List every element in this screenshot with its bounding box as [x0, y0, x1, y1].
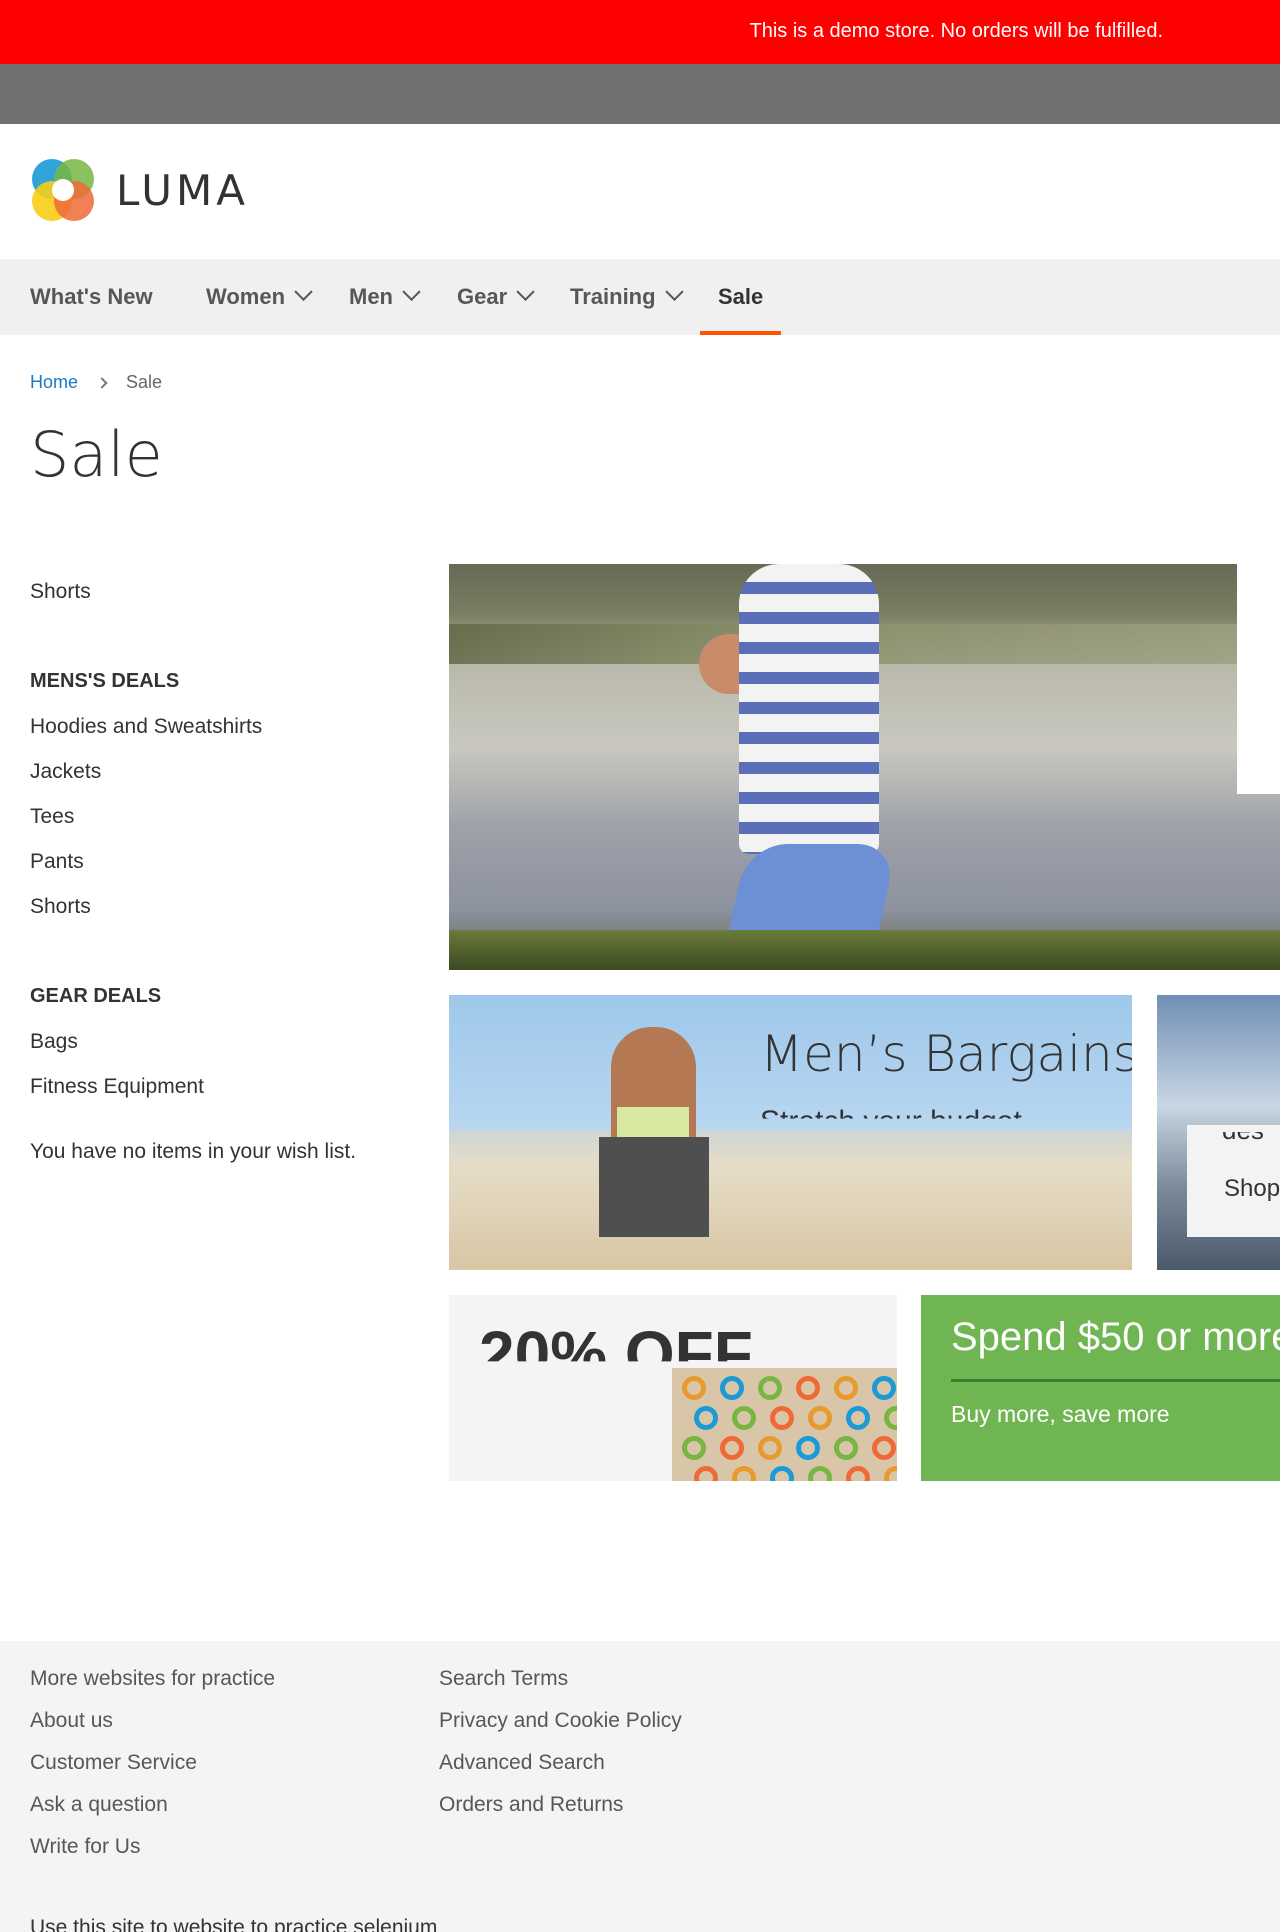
nav-item-whats-new[interactable]: What's New — [30, 259, 153, 335]
gift-box-pattern-dot — [846, 1466, 870, 1481]
gift-box-pattern-dot — [884, 1406, 897, 1430]
gift-box-pattern-dot — [682, 1376, 706, 1400]
nav-item-label: Gear — [457, 284, 508, 309]
promo-banner-partial[interactable]: des Shop — [1157, 995, 1280, 1270]
mens-bargains-model-image — [599, 1027, 709, 1242]
logo-text: LUMA — [116, 165, 250, 215]
footer-link-ask-question[interactable]: Ask a question — [30, 1793, 168, 1817]
gift-box-pattern-dot — [758, 1376, 782, 1400]
footer-link-write-for-us[interactable]: Write for Us — [30, 1835, 140, 1859]
gift-box-pattern-dot — [834, 1436, 858, 1460]
main-navigation: What's New Women Men Gear Training Sale — [0, 259, 1280, 335]
gift-box-pattern-dot — [732, 1406, 756, 1430]
panel-header — [0, 64, 1280, 124]
hero-banner[interactable] — [449, 564, 1280, 970]
footer-note: Use this site to website to practice sel… — [30, 1916, 438, 1932]
footer-link-orders-returns[interactable]: Orders and Returns — [439, 1793, 623, 1817]
demo-notice-text: This is a demo store. No orders will be … — [749, 20, 1164, 42]
site-footer: More websites for practice About us Cust… — [0, 1641, 1280, 1932]
gift-box-pattern-dot — [694, 1466, 718, 1481]
sidebar-link-womens-shorts[interactable]: Shorts — [30, 580, 91, 604]
gift-box-pattern-dot — [846, 1406, 870, 1430]
promo-text-fragment: des — [1222, 1115, 1264, 1145]
gift-box-pattern-dot — [796, 1376, 820, 1400]
gift-box-pattern-dot — [694, 1406, 718, 1430]
nav-item-women[interactable]: Women — [206, 259, 313, 335]
breadcrumb-current: Sale — [126, 372, 163, 392]
footer-link-more-websites[interactable]: More websites for practice — [30, 1667, 275, 1691]
gift-box-image — [672, 1368, 897, 1481]
chevron-down-icon — [402, 282, 421, 301]
chevron-down-icon — [294, 282, 313, 301]
chevron-down-icon — [516, 282, 535, 301]
logo-link[interactable]: LUMA — [30, 157, 250, 223]
gift-box-pattern-dot — [758, 1436, 782, 1460]
spend-promo-title: Spend $50 or more — [951, 1315, 1280, 1359]
gift-box-pattern-dot — [770, 1466, 794, 1481]
hero-runner-tank-top — [739, 564, 879, 854]
luma-logo-icon — [32, 159, 94, 221]
breadcrumb-home-link[interactable]: Home — [30, 372, 78, 393]
nav-item-training[interactable]: Training — [570, 259, 684, 335]
hero-grass — [449, 930, 1280, 970]
mens-bargains-subtitle: Stretch your budget — [760, 1105, 1022, 1138]
nav-item-men[interactable]: Men — [349, 259, 421, 335]
chevron-down-icon — [664, 282, 684, 301]
wishlist-empty-message: You have no items in your wish list. — [30, 1140, 357, 1163]
gift-box-pattern-dot — [796, 1436, 820, 1460]
gift-box-pattern-dot — [682, 1436, 706, 1460]
nav-item-gear[interactable]: Gear — [457, 259, 535, 335]
footer-link-about-us[interactable]: About us — [30, 1709, 113, 1733]
sidebar-heading-gear-deals: GEAR DEALS — [30, 985, 162, 1007]
gift-box-pattern-dot — [770, 1406, 794, 1430]
gift-box-pattern-dot — [808, 1466, 832, 1481]
hero-overlay-card — [1237, 564, 1280, 794]
nav-item-label: Men — [349, 284, 393, 309]
nav-item-label: Training — [570, 284, 656, 309]
gift-box-pattern-dot — [808, 1406, 832, 1430]
site-header: LUMA — [0, 124, 1280, 259]
gift-box-pattern-dot — [872, 1436, 896, 1460]
sidebar-link-jackets[interactable]: Jackets — [30, 760, 101, 784]
breadcrumb: Home Sale — [30, 372, 162, 393]
gift-box-pattern-dot — [872, 1376, 896, 1400]
sidebar-link-pants[interactable]: Pants — [30, 850, 84, 874]
gift-box-pattern-dot — [732, 1466, 756, 1481]
mens-bargains-banner[interactable]: Men’s Bargains Stretch your budget — [449, 995, 1132, 1270]
sidebar-link-bags[interactable]: Bags — [30, 1030, 78, 1054]
sidebar-link-hoodies[interactable]: Hoodies and Sweatshirts — [30, 715, 262, 739]
sidebar-link-tees[interactable]: Tees — [30, 805, 74, 829]
gift-box-pattern-dot — [884, 1466, 897, 1481]
footer-link-advanced-search[interactable]: Advanced Search — [439, 1751, 605, 1775]
footer-link-search-terms[interactable]: Search Terms — [439, 1667, 568, 1691]
spend-promo-banner[interactable]: Spend $50 or more Buy more, save more — [921, 1295, 1280, 1481]
chevron-right-icon — [96, 376, 108, 389]
spend-promo-subtitle: Buy more, save more — [951, 1401, 1170, 1427]
footer-link-privacy-policy[interactable]: Privacy and Cookie Policy — [439, 1709, 682, 1733]
sidebar-link-fitness-equipment[interactable]: Fitness Equipment — [30, 1075, 204, 1099]
promo-card: des Shop — [1187, 1125, 1280, 1237]
gift-box-pattern-dot — [834, 1376, 858, 1400]
nav-item-label: Women — [206, 284, 286, 309]
model-shirt — [617, 1107, 689, 1137]
nav-item-label: Sale — [718, 284, 764, 309]
demo-notice-bar: This is a demo store. No orders will be … — [0, 0, 1280, 64]
gift-box-pattern-dot — [720, 1376, 744, 1400]
mens-bargains-title: Men’s Bargains — [760, 1025, 1132, 1083]
spend-promo-divider — [951, 1379, 1280, 1382]
footer-link-customer-service[interactable]: Customer Service — [30, 1751, 197, 1775]
promo-shop-link[interactable]: Shop — [1224, 1175, 1280, 1203]
sidebar-heading-mens-deals: MENS'S DEALS — [30, 670, 180, 692]
nav-item-sale[interactable]: Sale — [699, 259, 782, 335]
sidebar-link-mens-shorts[interactable]: Shorts — [30, 895, 91, 919]
nav-item-label: What's New — [30, 284, 153, 309]
discount-banner[interactable]: 20% OFF — [449, 1295, 897, 1481]
page-title: Sale — [30, 418, 163, 491]
gift-box-pattern-dot — [720, 1436, 744, 1460]
model-legs — [599, 1137, 709, 1237]
